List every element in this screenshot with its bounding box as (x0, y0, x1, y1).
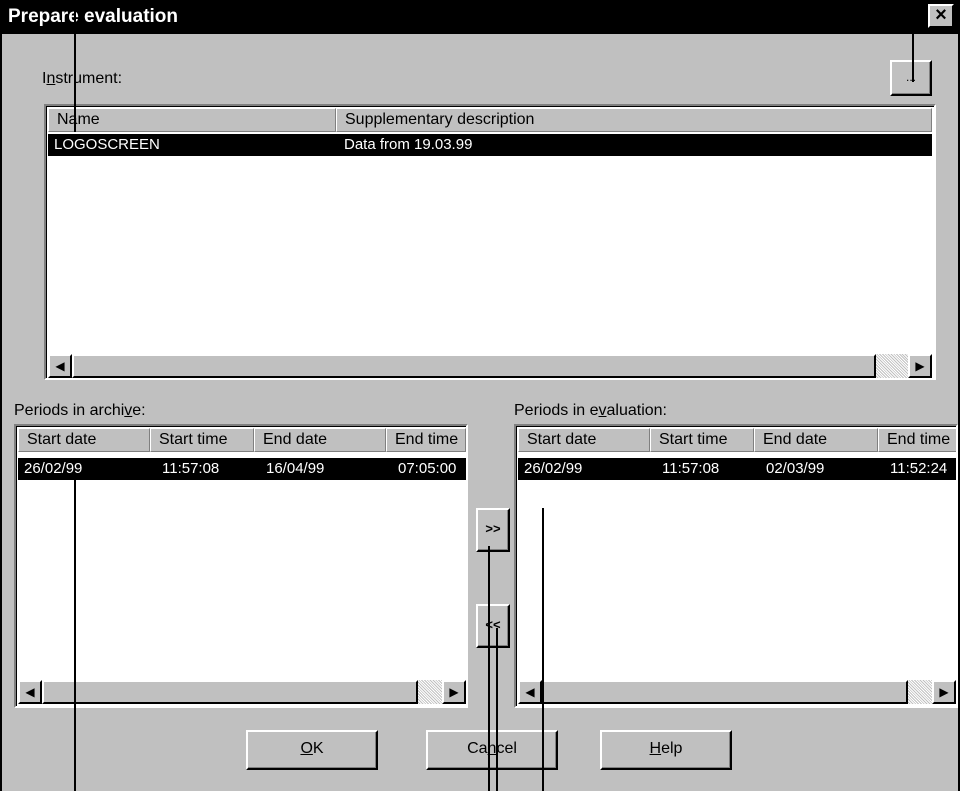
archive-start-time-cell: 11:57:08 (162, 460, 220, 477)
callout-line (542, 508, 544, 791)
instrument-label: Instrument: (42, 70, 123, 87)
archive-end-time-cell: 07:05:00 (398, 460, 457, 477)
instrument-row[interactable]: LOGOSCREEN Data from 19.03.99 (48, 134, 932, 156)
scroll-right-icon[interactable]: ▶ (442, 680, 466, 704)
scroll-left-icon[interactable]: ◀ (518, 680, 542, 704)
evaluation-row[interactable]: 26/02/99 11:57:08 02/03/99 11:52:24 (518, 458, 956, 480)
title-bar: Prepare evaluation × (2, 0, 958, 34)
callout-line (488, 546, 490, 791)
archive-header-end-time[interactable]: End time (386, 428, 466, 452)
archive-label: Periods in archive: (14, 402, 146, 419)
callout-line (74, 478, 76, 791)
evaluation-header-start-time[interactable]: Start time (650, 428, 754, 452)
evaluation-periods-list[interactable]: Start date Start time End date End time … (514, 424, 958, 708)
scroll-thumb[interactable] (542, 680, 908, 704)
instrument-description-cell: Data from 19.03.99 (344, 136, 473, 153)
evaluation-end-time-cell: 11:52:24 (890, 460, 948, 477)
archive-header-end-date[interactable]: End date (254, 428, 386, 452)
dialog-title: Prepare evaluation (8, 6, 179, 27)
column-header-name[interactable]: Name (48, 108, 336, 132)
close-button[interactable]: × (928, 4, 954, 28)
archive-end-date-cell: 16/04/99 (266, 460, 325, 477)
instrument-hscrollbar[interactable]: ◀ ▶ (48, 354, 932, 378)
scroll-track[interactable] (418, 680, 442, 704)
evaluation-hscrollbar[interactable]: ◀ ▶ (518, 680, 956, 704)
evaluation-header-start-date[interactable]: Start date (518, 428, 650, 452)
scroll-left-icon[interactable]: ◀ (48, 354, 72, 378)
scroll-thumb[interactable] (72, 354, 876, 378)
evaluation-header-end-time[interactable]: End time (878, 428, 956, 452)
evaluation-end-date-cell: 02/03/99 (766, 460, 825, 477)
scroll-track[interactable] (908, 680, 932, 704)
archive-hscrollbar[interactable]: ◀ ▶ (18, 680, 466, 704)
archive-header-start-time[interactable]: Start time (150, 428, 254, 452)
scroll-right-icon[interactable]: ▶ (908, 354, 932, 378)
archive-periods-list[interactable]: Start date Start time End date End time … (14, 424, 468, 708)
scroll-right-icon[interactable]: ▶ (932, 680, 956, 704)
callout-line (74, 0, 76, 132)
scroll-track[interactable] (876, 354, 908, 378)
evaluation-start-date-cell: 26/02/99 (524, 460, 583, 477)
help-button[interactable]: Help (600, 730, 732, 770)
archive-row[interactable]: 26/02/99 11:57:08 16/04/99 07:05:00 (18, 458, 466, 480)
remove-from-evaluation-button[interactable]: << (476, 604, 510, 648)
instrument-name-cell: LOGOSCREEN (54, 136, 160, 153)
browse-instrument-button[interactable]: ... (890, 60, 932, 96)
evaluation-header-end-date[interactable]: End date (754, 428, 878, 452)
instrument-list[interactable]: Name Supplementary description LOGOSCREE… (44, 104, 936, 380)
column-header-description[interactable]: Supplementary description (336, 108, 932, 132)
scroll-left-icon[interactable]: ◀ (18, 680, 42, 704)
evaluation-label: Periods in evaluation: (514, 402, 667, 419)
prepare-evaluation-dialog: Prepare evaluation × Instrument: ... Nam… (0, 0, 960, 791)
evaluation-start-time-cell: 11:57:08 (662, 460, 720, 477)
scroll-thumb[interactable] (42, 680, 418, 704)
ok-button[interactable]: OK (246, 730, 378, 770)
callout-line (496, 628, 498, 791)
add-to-evaluation-button[interactable]: >> (476, 508, 510, 552)
cancel-button[interactable]: Cancel (426, 730, 558, 770)
archive-header-start-date[interactable]: Start date (18, 428, 150, 452)
callout-line (912, 0, 914, 82)
archive-start-date-cell: 26/02/99 (24, 460, 83, 477)
